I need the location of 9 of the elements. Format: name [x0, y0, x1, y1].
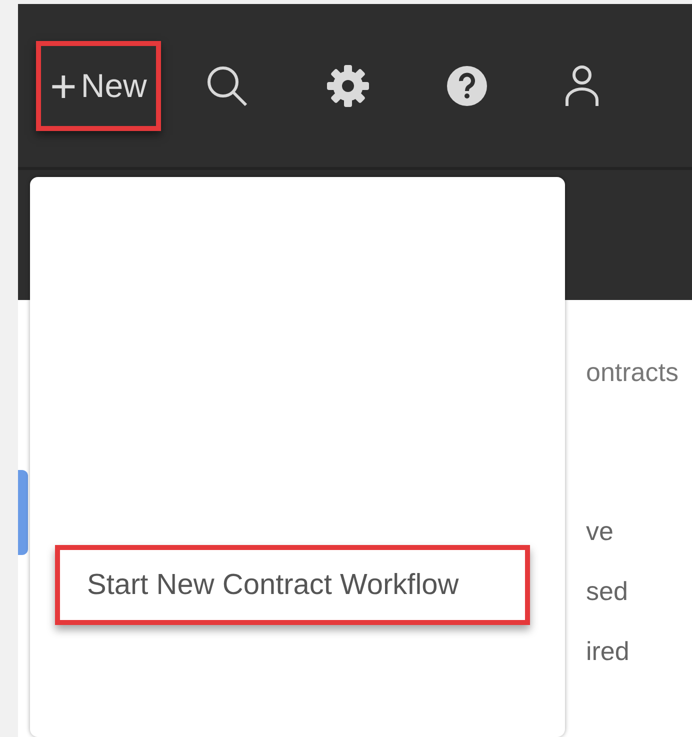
menu-item[interactable]: Start New Contract Workflow — [55, 545, 530, 625]
settings-icon[interactable] — [326, 64, 370, 108]
filter-item[interactable]: ve — [586, 516, 614, 546]
help-icon[interactable] — [446, 64, 488, 106]
user-icon[interactable] — [564, 64, 600, 108]
filter-item[interactable]: ired — [586, 636, 630, 666]
new-button[interactable]: +New — [36, 40, 161, 130]
filter-item[interactable]: sed — [586, 576, 628, 606]
section-title: ontracts — [586, 357, 678, 388]
